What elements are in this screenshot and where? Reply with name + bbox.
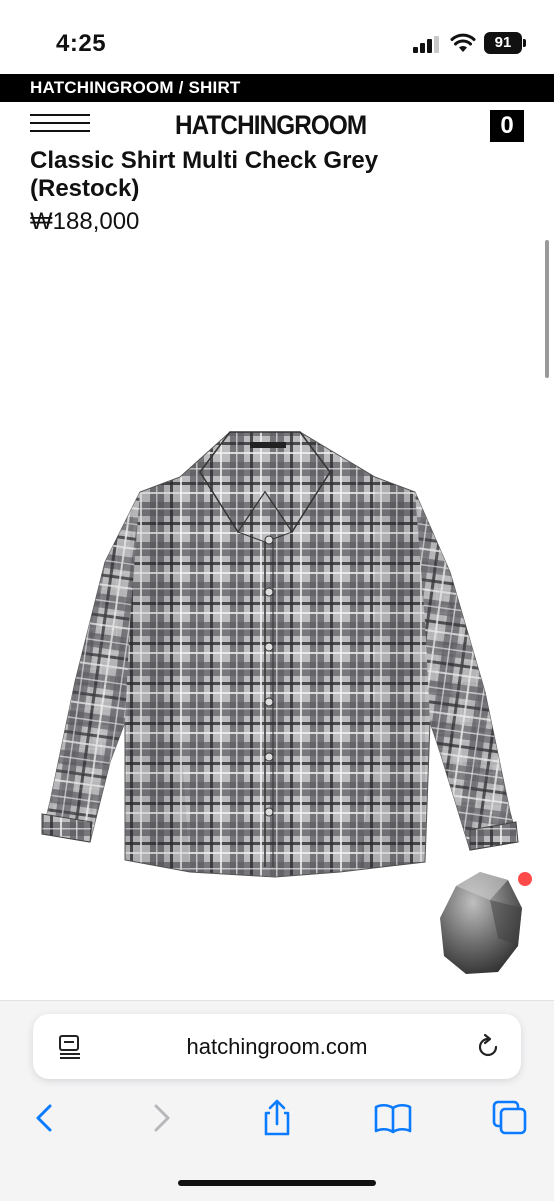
site-logo[interactable]: HATCHINGROOM (175, 110, 367, 141)
product-price: ₩188,000 (30, 208, 140, 235)
book-icon[interactable] (373, 1098, 413, 1138)
wifi-icon (450, 33, 476, 52)
hamburger-menu-icon[interactable] (30, 114, 90, 138)
forward-arrow-icon[interactable] (142, 1098, 182, 1138)
back-arrow-icon[interactable] (24, 1098, 64, 1138)
notification-dot (518, 872, 532, 886)
reload-icon[interactable] (474, 1033, 502, 1061)
status-bar: 4:25 91 (0, 0, 554, 74)
scroll-indicator[interactable] (545, 240, 549, 378)
home-indicator (178, 1180, 376, 1186)
breadcrumb-text[interactable]: HATCHINGROOM / SHIRT (30, 78, 241, 98)
product-image[interactable] (30, 422, 530, 892)
battery-indicator: 91 (484, 32, 522, 54)
rock-widget-icon[interactable] (438, 868, 524, 978)
tabs-icon[interactable] (490, 1098, 530, 1138)
battery-tip (523, 39, 526, 47)
url-text[interactable]: hatchingroom.com (0, 1034, 554, 1060)
status-time: 4:25 (56, 30, 107, 57)
product-title: Classic Shirt Multi Check Grey (Restock) (30, 147, 379, 202)
signal-icon (413, 36, 439, 53)
cart-count-button[interactable]: 0 (490, 110, 524, 142)
share-icon[interactable] (257, 1098, 297, 1138)
breadcrumb: HATCHINGROOM / SHIRT (0, 74, 554, 102)
